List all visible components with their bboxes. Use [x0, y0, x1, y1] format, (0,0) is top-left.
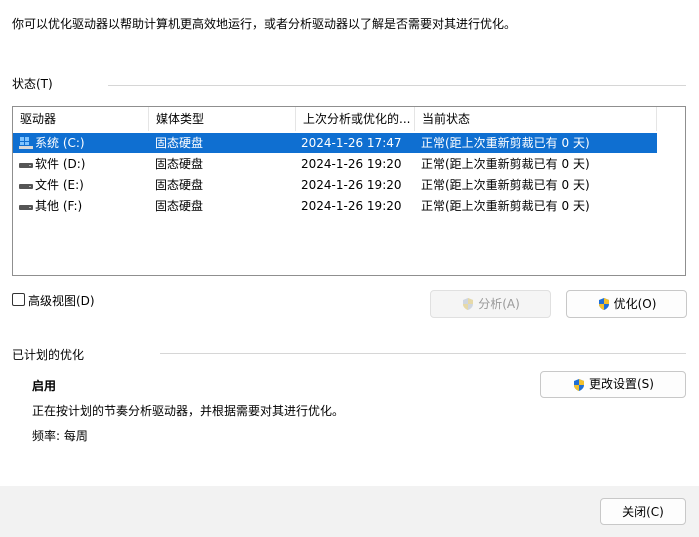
- drive-status: 正常(距上次重新剪裁已有 0 天): [421, 199, 590, 213]
- drive-status: 正常(距上次重新剪裁已有 0 天): [421, 178, 590, 192]
- dialog-footer: [0, 486, 699, 537]
- schedule-frequency: 频率: 每周: [32, 429, 88, 443]
- drive-media-type: 固态硬盘: [155, 178, 204, 192]
- drive-list-header: 驱动器 媒体类型 上次分析或优化的... 当前状态: [13, 107, 685, 131]
- drive-row-d[interactable]: 软件 (D:) 固态硬盘 2024-1-26 19:20 正常(距上次重新剪裁已…: [13, 154, 657, 174]
- column-header-last-optimized[interactable]: 上次分析或优化的...: [296, 107, 415, 131]
- windows-drive-icon: [19, 137, 33, 149]
- analyze-button-label: 分析(A): [478, 297, 520, 311]
- scheduled-section-label: 已计划的优化: [12, 348, 85, 362]
- shield-icon: [574, 378, 584, 391]
- shield-icon: [598, 298, 609, 310]
- advanced-view-checkbox[interactable]: 高级视图(D): [12, 292, 132, 308]
- drive-icon: [19, 163, 33, 168]
- column-header-current-status[interactable]: 当前状态: [415, 107, 657, 131]
- status-section-label: 状态(T): [12, 77, 53, 91]
- status-divider: [108, 85, 686, 86]
- drive-name: 系统 (C:): [35, 136, 85, 150]
- analyze-button[interactable]: 分析(A): [430, 290, 551, 318]
- scheduled-divider: [160, 353, 686, 354]
- change-settings-label: 更改设置(S): [589, 377, 654, 391]
- drive-media-type: 固态硬盘: [155, 157, 204, 171]
- column-header-media-type[interactable]: 媒体类型: [149, 107, 296, 131]
- checkbox-box[interactable]: [12, 293, 25, 306]
- intro-text: 你可以优化驱动器以帮助计算机更高效地运行，或者分析驱动器以了解是否需要对其进行优…: [12, 17, 517, 31]
- drive-row-f[interactable]: 其他 (F:) 固态硬盘 2024-1-26 19:20 正常(距上次重新剪裁已…: [13, 196, 657, 216]
- schedule-description: 正在按计划的节奏分析驱动器，并根据需要对其进行优化。: [32, 404, 345, 418]
- drive-last-optimized: 2024-1-26 19:20: [301, 199, 402, 213]
- shield-icon: [463, 298, 474, 310]
- drive-last-optimized: 2024-1-26 19:20: [301, 178, 402, 192]
- drive-name: 文件 (E:): [35, 178, 84, 192]
- advanced-view-label: 高级视图(D): [28, 294, 95, 308]
- drive-row-e[interactable]: 文件 (E:) 固态硬盘 2024-1-26 19:20 正常(距上次重新剪裁已…: [13, 175, 657, 195]
- drive-status: 正常(距上次重新剪裁已有 0 天): [421, 136, 590, 150]
- drive-name: 软件 (D:): [35, 157, 86, 171]
- close-button[interactable]: 关闭(C): [600, 498, 686, 525]
- drive-icon: [19, 205, 33, 210]
- drive-last-optimized: 2024-1-26 17:47: [301, 136, 402, 150]
- optimize-button[interactable]: 优化(O): [566, 290, 687, 318]
- drive-media-type: 固态硬盘: [155, 136, 204, 150]
- drive-status: 正常(距上次重新剪裁已有 0 天): [421, 157, 590, 171]
- change-settings-button[interactable]: 更改设置(S): [540, 371, 686, 398]
- drive-icon: [19, 184, 33, 189]
- drive-media-type: 固态硬盘: [155, 199, 204, 213]
- drive-name: 其他 (F:): [35, 199, 83, 213]
- drive-row-c[interactable]: 系统 (C:) 固态硬盘 2024-1-26 17:47 正常(距上次重新剪裁已…: [13, 133, 657, 153]
- schedule-state: 启用: [32, 379, 57, 393]
- optimize-button-label: 优化(O): [613, 297, 657, 311]
- drive-last-optimized: 2024-1-26 19:20: [301, 157, 402, 171]
- column-header-drive[interactable]: 驱动器: [13, 107, 149, 131]
- drive-list[interactable]: 驱动器 媒体类型 上次分析或优化的... 当前状态 系统 (C:) 固态硬盘 2…: [12, 106, 686, 276]
- close-button-label: 关闭(C): [622, 505, 664, 519]
